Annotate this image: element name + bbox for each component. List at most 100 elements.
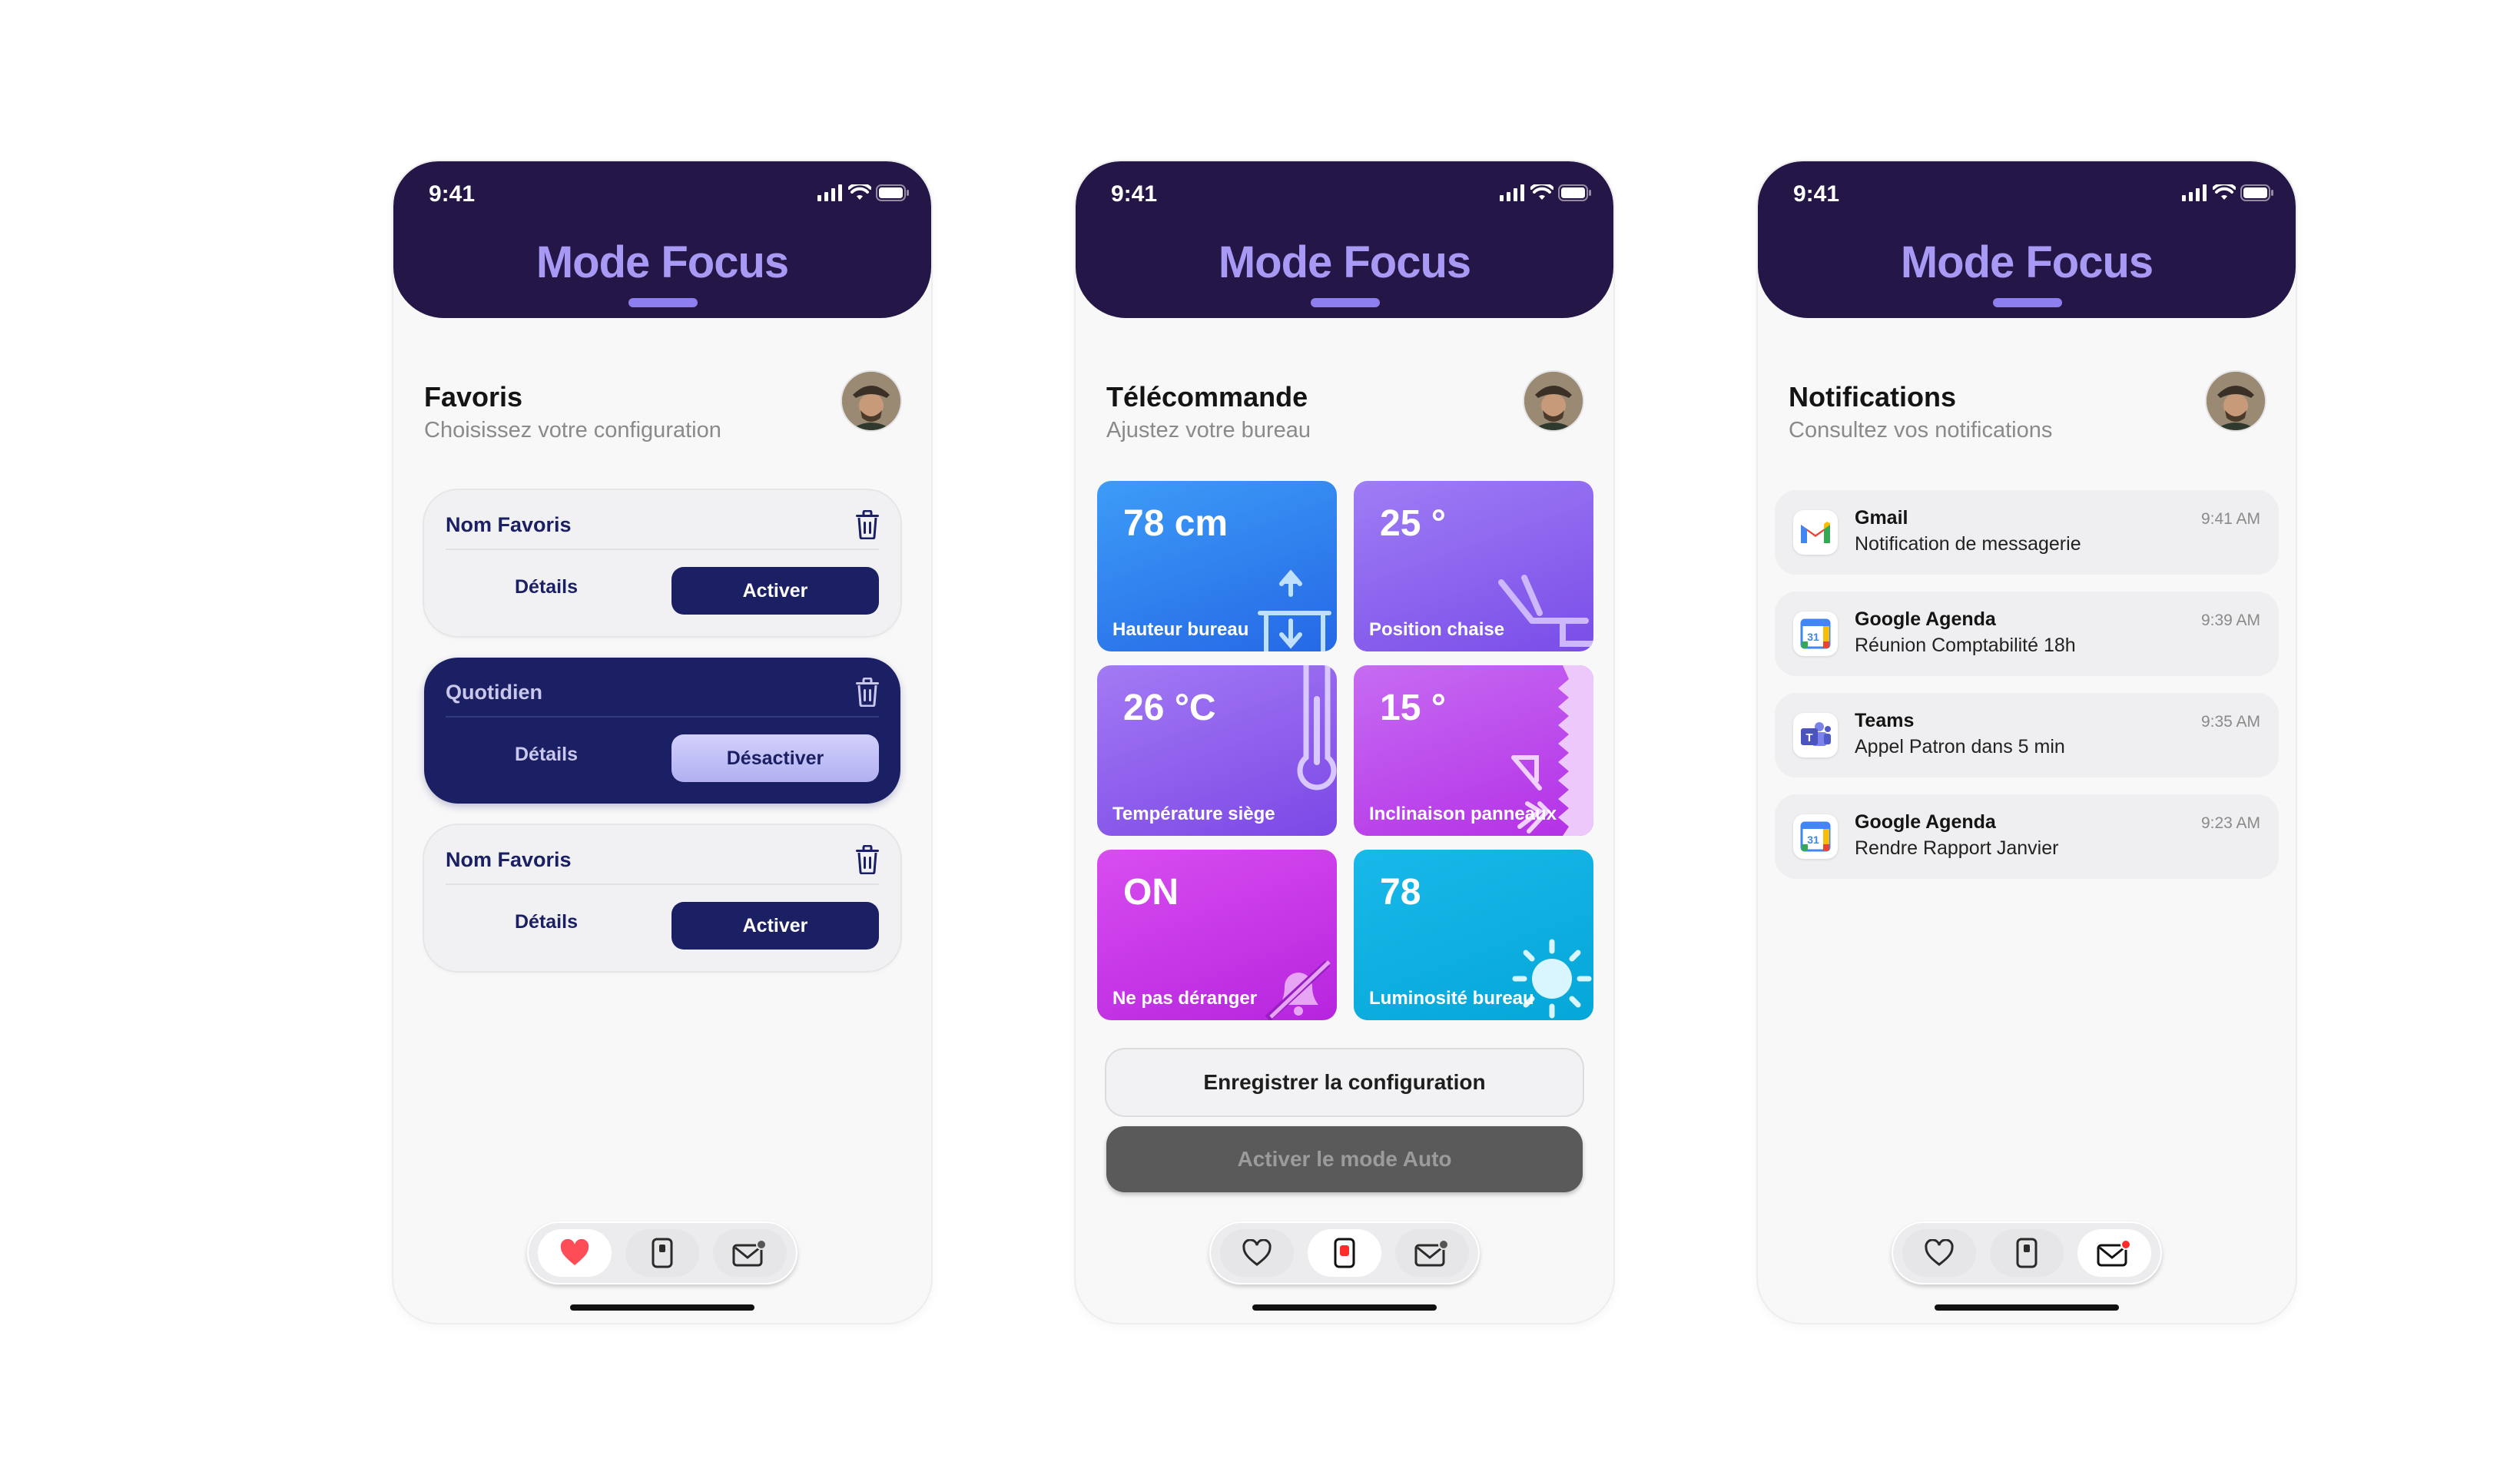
page-subtitle: Ajustez votre bureau: [1106, 418, 1311, 442]
home-indicator: [1252, 1304, 1437, 1311]
battery-icon: [2240, 184, 2274, 201]
mail-icon: [732, 1239, 767, 1268]
phone-notifications-screen: 9:41 Mode Focus Notifications Consultez …: [1758, 161, 2296, 1323]
notification-message: Réunion Comptabilité 18h: [1855, 635, 2076, 656]
battery-icon: [876, 184, 910, 201]
bell-off-icon: [1265, 960, 1331, 1020]
notification-app: Google Agenda: [1855, 811, 1996, 833]
trash-icon[interactable]: [854, 510, 880, 539]
tile-chair-position[interactable]: 25 ° Position chaise: [1354, 481, 1593, 651]
favorite-name: Nom Favoris: [446, 848, 572, 871]
page-subtitle: Choisissez votre configuration: [424, 418, 721, 442]
battery-icon: [1558, 184, 1592, 201]
notification-message: Rendre Rapport Janvier: [1855, 837, 2059, 859]
favorite-name: Nom Favoris: [446, 513, 572, 536]
details-button[interactable]: Détails: [515, 911, 578, 933]
page-title: Favoris: [424, 381, 523, 413]
app-title: Mode Focus: [1900, 237, 2154, 287]
notification-app: Teams: [1855, 710, 1915, 731]
status-time: 9:41: [1111, 181, 1158, 207]
home-indicator: [570, 1304, 754, 1311]
app-header: 9:41 Mode Focus: [393, 161, 931, 318]
details-button[interactable]: Détails: [515, 744, 578, 766]
svg-text:T: T: [1805, 731, 1812, 744]
notification-time: 9:39 AM: [2200, 612, 2260, 629]
tab-favorites[interactable]: [1220, 1229, 1294, 1277]
wifi-icon: [2213, 184, 2236, 201]
notification-time: 9:23 AM: [2200, 814, 2260, 832]
desk-height-icon: [1258, 569, 1331, 651]
notification-item[interactable]: T Teams Appel Patron dans 5 min 9:35 AM: [1775, 693, 2279, 777]
status-icons: [2182, 184, 2274, 201]
notification-item[interactable]: Gmail Notification de messagerie 9:41 AM: [1775, 490, 2279, 575]
tab-favorites[interactable]: [1902, 1229, 1976, 1277]
tile-label: Position chaise: [1369, 619, 1505, 640]
avatar[interactable]: [2207, 372, 2265, 430]
heart-icon: [1925, 1239, 1954, 1266]
status-time: 9:41: [1793, 181, 1840, 207]
thermometer-icon: [1297, 665, 1337, 791]
tab-remote[interactable]: [625, 1229, 699, 1277]
favorite-card: Nom Favoris Détails Activer: [424, 825, 900, 971]
notification-message: Notification de messagerie: [1855, 533, 2081, 555]
page-subtitle: Consultez vos notifications: [1789, 418, 2053, 442]
trash-icon[interactable]: [854, 678, 880, 707]
tile-desk-height[interactable]: 78 cm Hauteur bureau: [1097, 481, 1337, 651]
tab-notifications[interactable]: [1395, 1229, 1469, 1277]
favorite-card: Nom Favoris Détails Activer: [424, 490, 900, 636]
teams-icon: T: [1793, 713, 1838, 757]
tab-notifications[interactable]: [713, 1229, 787, 1277]
tab-remote[interactable]: [1308, 1229, 1381, 1277]
tab-notifications[interactable]: [2077, 1229, 2151, 1277]
tile-value: 25 °: [1380, 503, 1446, 544]
notification-app: Gmail: [1855, 507, 1908, 529]
trash-icon[interactable]: [854, 845, 880, 874]
avatar[interactable]: [1524, 372, 1583, 430]
tile-do-not-disturb[interactable]: ON Ne pas déranger: [1097, 850, 1337, 1020]
header-handle: [1993, 298, 2062, 307]
remote-icon: [2016, 1238, 2038, 1268]
avatar[interactable]: [842, 372, 900, 430]
tile-label: Inclinaison panneaux: [1369, 804, 1557, 824]
tile-label: Ne pas déranger: [1112, 988, 1258, 1009]
google-calendar-icon: 31: [1793, 612, 1838, 656]
tab-favorites[interactable]: [538, 1229, 612, 1277]
app-header: 9:41 Mode Focus: [1076, 161, 1613, 318]
tab-remote[interactable]: [1990, 1229, 2064, 1277]
heart-icon: [559, 1239, 590, 1267]
activate-button[interactable]: Activer: [671, 567, 879, 615]
auto-mode-button[interactable]: Activer le mode Auto: [1106, 1126, 1583, 1192]
app-title: Mode Focus: [536, 237, 789, 287]
details-button[interactable]: Détails: [515, 576, 578, 598]
remote-icon: [1334, 1238, 1355, 1268]
notification-item[interactable]: 31 Google Agenda Rendre Rapport Janvier …: [1775, 794, 2279, 879]
divider: [446, 883, 879, 885]
notification-time: 9:41 AM: [2200, 510, 2260, 528]
tile-value: 78 cm: [1123, 503, 1228, 544]
phone-favoris-screen: 9:41 Mode Focus Favoris Choisissez votre…: [393, 161, 931, 1323]
wifi-icon: [1530, 184, 1553, 201]
tile-label: Luminosité bureau: [1369, 988, 1534, 1009]
tile-seat-temperature[interactable]: 26 °C Température siège: [1097, 665, 1337, 836]
favorite-card-active: Quotidien Détails Désactiver: [424, 658, 900, 804]
tile-value: 15 °: [1380, 688, 1446, 728]
tile-desk-brightness[interactable]: 78 Luminosité bureau: [1354, 850, 1593, 1020]
deactivate-button[interactable]: Désactiver: [671, 734, 879, 782]
mail-icon: [1414, 1239, 1449, 1268]
activate-button[interactable]: Activer: [671, 902, 879, 950]
mail-icon: [2097, 1239, 2131, 1268]
page-title: Notifications: [1789, 381, 1957, 413]
save-configuration-button[interactable]: Enregistrer la configuration: [1106, 1049, 1583, 1115]
notification-item[interactable]: 31 Google Agenda Réunion Comptabilité 18…: [1775, 592, 2279, 676]
status-time: 9:41: [429, 181, 476, 207]
divider: [446, 549, 879, 550]
svg-text:31: 31: [1807, 631, 1819, 643]
wifi-icon: [848, 184, 871, 201]
signal-icon: [1500, 184, 1526, 201]
tile-panel-tilt[interactable]: 15 ° Inclinaison panneaux: [1354, 665, 1593, 836]
heart-icon: [1242, 1239, 1272, 1266]
google-calendar-icon: 31: [1793, 814, 1838, 859]
tab-bar: [527, 1221, 797, 1284]
svg-text:31: 31: [1807, 834, 1819, 846]
signal-icon: [2182, 184, 2208, 201]
